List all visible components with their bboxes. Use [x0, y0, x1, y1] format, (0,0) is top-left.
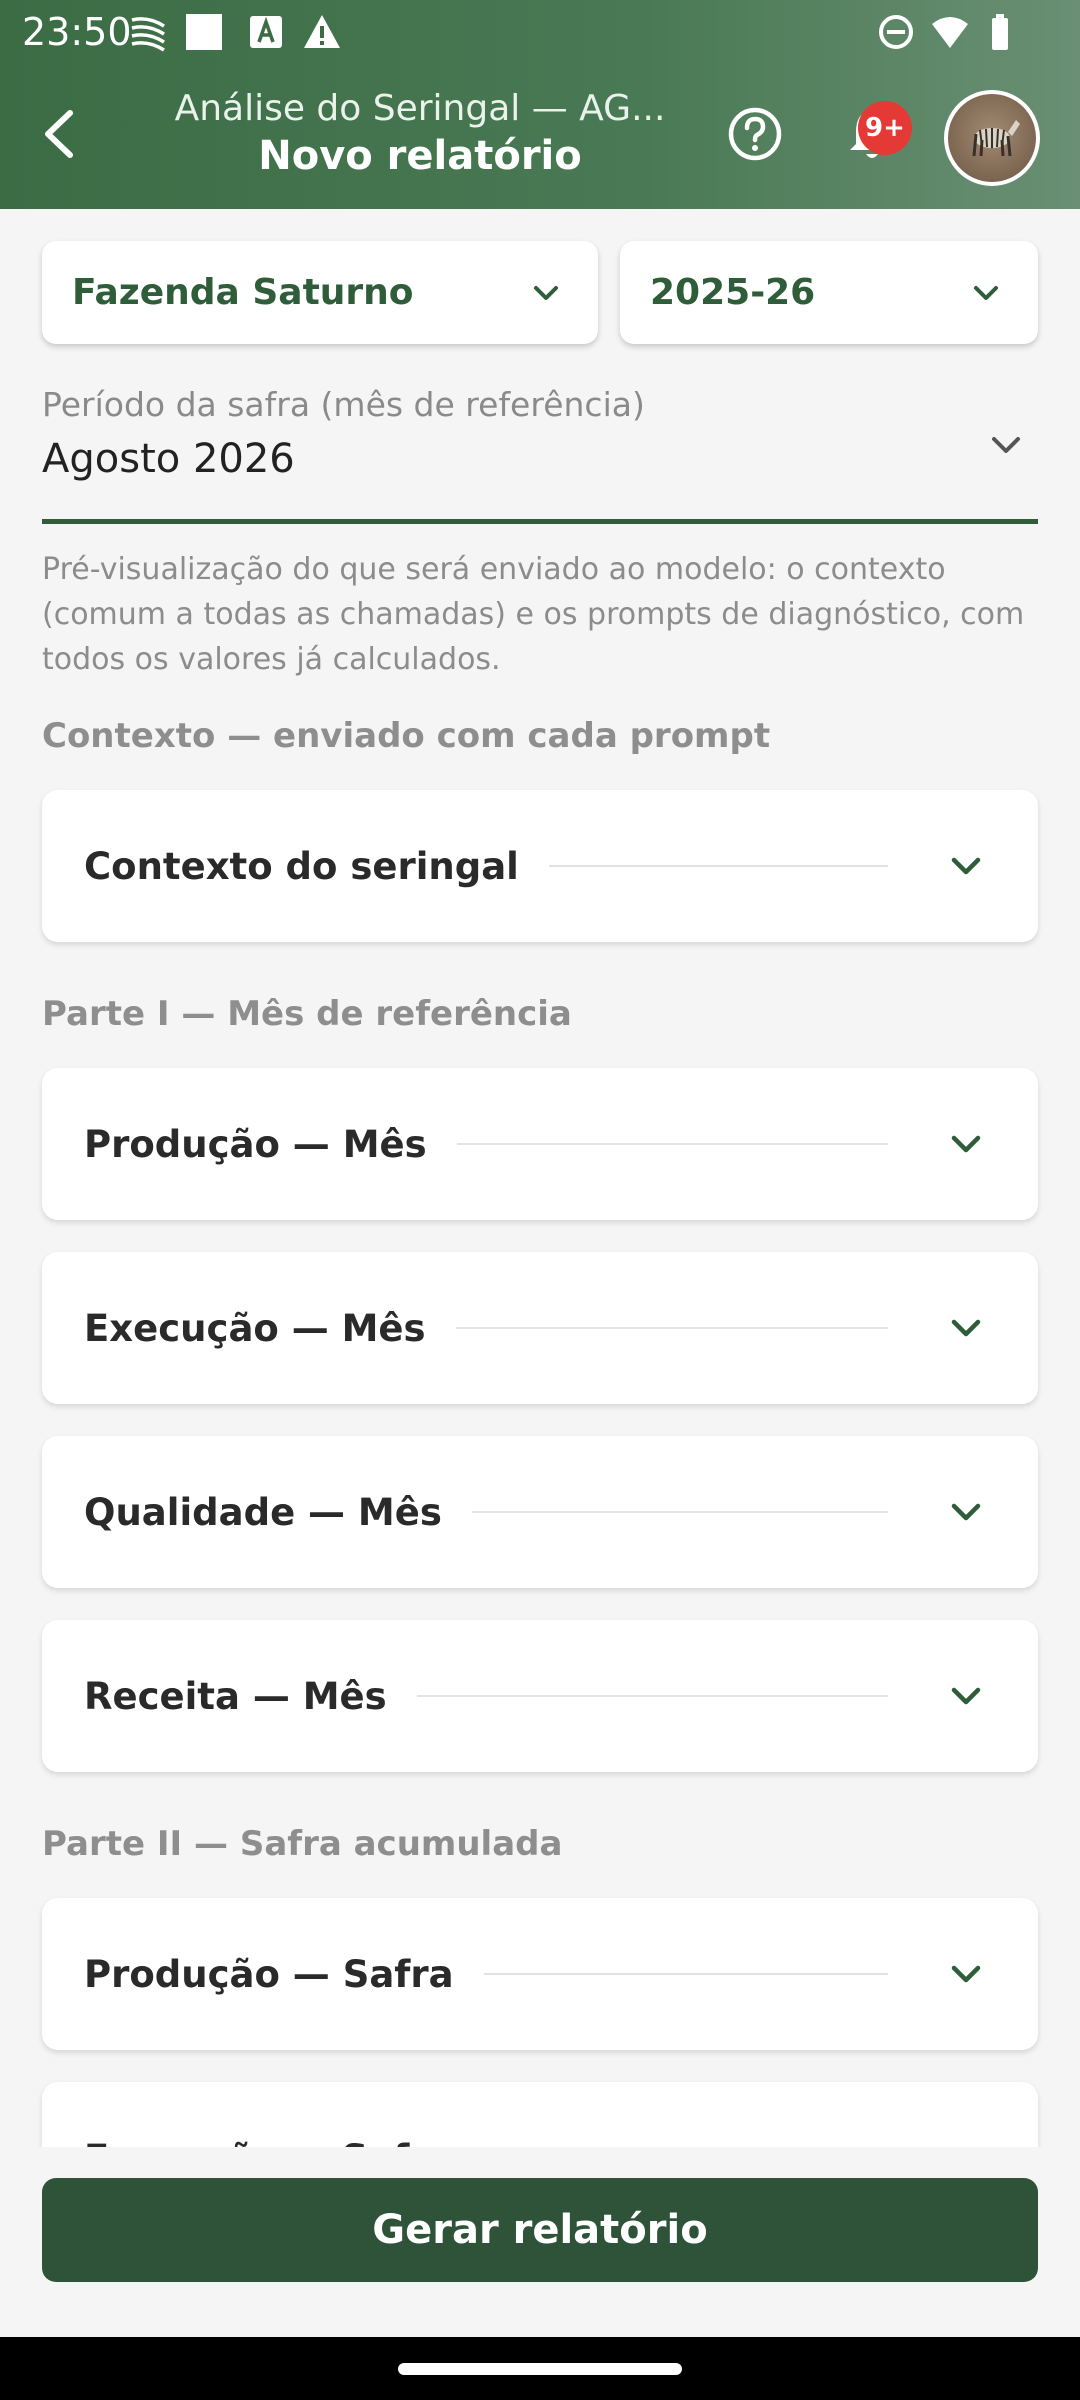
system-nav-bar: [0, 2337, 1080, 2400]
divider: [455, 1327, 888, 1329]
accordion-item[interactable]: Execução — Safra: [42, 2082, 1038, 2147]
accordion-item[interactable]: Produção — Safra: [42, 1898, 1038, 2050]
toolbar: Análise do Seringal — AG... Novo relatór…: [0, 64, 1080, 209]
chevron-down-icon: [992, 437, 1020, 453]
chevron-down-icon: [946, 2138, 986, 2147]
wifi-icon: [932, 17, 968, 48]
accordion-item[interactable]: Execução — Mês: [42, 1252, 1038, 1404]
accordion-title: Execução — Mês: [84, 1306, 426, 1350]
app-bar: 23:50 Análise do Seringal — AG... Novo r…: [0, 0, 1080, 209]
status-time: 23:50: [22, 10, 132, 54]
season-select-value: 2025-26: [650, 272, 816, 313]
notification-badge: 9+: [858, 101, 912, 155]
help-circle-icon[interactable]: [725, 104, 785, 164]
accordion-title: Contexto do seringal: [84, 844, 519, 888]
chevron-down-icon: [951, 1965, 981, 1983]
period-label: Período da safra (mês de referência): [42, 385, 645, 424]
divider: [471, 1511, 888, 1513]
generate-report-button[interactable]: Gerar relatório: [42, 2178, 1038, 2282]
zebra-avatar-icon: [972, 120, 1020, 157]
avatar[interactable]: [944, 90, 1040, 186]
battery-icon: [992, 14, 1008, 50]
section-title-part1: Parte I — Mês de referência: [42, 994, 572, 1034]
accordion-item[interactable]: Produção — Mês: [42, 1068, 1038, 1220]
divider: [456, 1143, 888, 1145]
chevron-down-icon: [951, 1135, 981, 1153]
header-subtitle: Análise do Seringal — AG...: [174, 88, 666, 129]
text-a-icon: [250, 16, 282, 48]
white-square-icon: [186, 14, 222, 50]
chevron-down-icon: [951, 1319, 981, 1337]
divider: [416, 1695, 888, 1697]
period-select[interactable]: Período da safra (mês de referência) Ago…: [42, 385, 1038, 524]
accordion-title: Qualidade — Mês: [84, 1490, 442, 1534]
accordion-item[interactable]: Receita — Mês: [42, 1620, 1038, 1772]
divider: [548, 865, 888, 867]
chevron-down-icon: [951, 1687, 981, 1705]
section-title-context: Contexto — enviado com cada prompt: [42, 716, 771, 756]
chevron-down-icon: [534, 286, 558, 300]
farm-select-value: Fazenda Saturno: [72, 272, 414, 313]
accordion-title: Produção — Safra: [84, 1952, 454, 1996]
period-value: Agosto 2026: [42, 436, 295, 482]
accordion-item[interactable]: Qualidade — Mês: [42, 1436, 1038, 1588]
header-titles: Análise do Seringal — AG... Novo relatór…: [150, 88, 690, 179]
bottom-action-bar: Gerar relatório: [0, 2147, 1080, 2337]
warning-icon: [304, 15, 340, 48]
farm-select[interactable]: Fazenda Saturno: [42, 241, 598, 344]
report-form: Fazenda Saturno 2025-26 Período da safra…: [0, 209, 1080, 2147]
home-gesture-handle[interactable]: [398, 2363, 682, 2375]
season-select[interactable]: 2025-26: [620, 241, 1038, 344]
accordion-title: Execução — Safra: [84, 2137, 453, 2148]
preview-info-text: Pré-visualização do que será enviado ao …: [42, 552, 1025, 677]
dnd-icon: [879, 15, 913, 49]
status-bar: 23:50: [0, 0, 1080, 64]
chevron-down-icon: [951, 857, 981, 875]
section-title-part2: Parte II — Safra acumulada: [42, 1824, 563, 1864]
signal-lines-icon: [131, 17, 165, 52]
accordion-title: Receita — Mês: [84, 1674, 387, 1718]
accordion-item[interactable]: Contexto do seringal: [42, 790, 1038, 942]
page-title: Novo relatório: [258, 133, 582, 179]
back-button[interactable]: [28, 104, 88, 164]
chevron-down-icon: [951, 1503, 981, 1521]
accordion-title: Produção — Mês: [84, 1122, 427, 1166]
chevron-down-icon: [974, 286, 998, 300]
chevron-left-icon: [45, 110, 73, 158]
divider: [483, 1973, 888, 1975]
